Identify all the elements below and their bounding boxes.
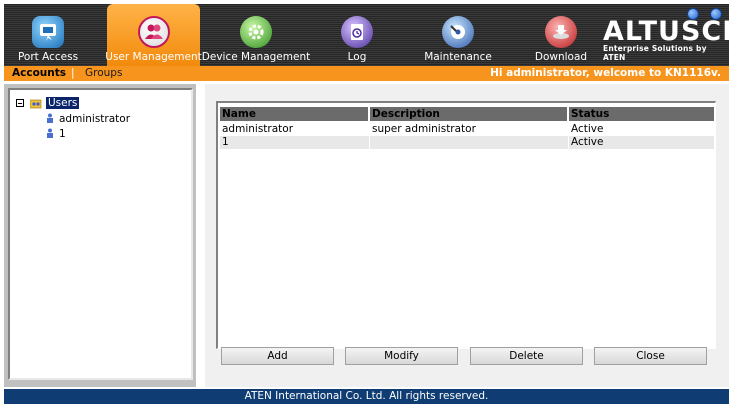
close-button[interactable]: Close: [594, 347, 707, 365]
tab-user-management-label: User Management: [105, 51, 202, 63]
cell-name: administrator: [222, 123, 294, 135]
subtab-separator: |: [71, 67, 75, 79]
column-header-description[interactable]: Description: [370, 107, 567, 121]
subtab-groups[interactable]: Groups: [85, 67, 122, 79]
tab-log[interactable]: Log: [334, 4, 380, 66]
main-panel: Name Description Status administrator su…: [205, 84, 729, 387]
table-header: Name Description Status: [220, 107, 714, 121]
user-icon: [47, 113, 53, 123]
subtab-accounts[interactable]: Accounts: [12, 67, 66, 79]
column-header-status[interactable]: Status: [569, 107, 714, 121]
device-gear-icon: [240, 16, 272, 48]
log-clock-icon: [341, 16, 373, 48]
tab-user-management[interactable]: User Management: [105, 4, 202, 66]
delete-button[interactable]: Delete: [470, 347, 583, 365]
tab-download-label: Download: [534, 51, 588, 63]
logo-brand: ALTUSCN: [603, 16, 733, 47]
tab-device-management[interactable]: Device Management: [202, 4, 310, 66]
tab-device-management-label: Device Management: [201, 51, 311, 63]
cell-description: super administrator: [372, 123, 476, 135]
tab-port-access[interactable]: Port Access: [12, 4, 84, 66]
cell-description: [370, 136, 569, 149]
download-disc-icon: [545, 16, 577, 48]
port-access-icon: [32, 16, 64, 48]
accounts-table: Name Description Status administrator su…: [216, 101, 716, 349]
tab-port-access-label: Port Access: [17, 51, 79, 63]
column-header-name[interactable]: Name: [220, 107, 368, 121]
top-navigation-bar: Port Access User Management Device Manag…: [4, 4, 733, 66]
tab-download[interactable]: Download: [534, 4, 588, 66]
user-tree: Users administrator 1: [8, 88, 193, 380]
tab-maintenance[interactable]: Maintenance: [424, 4, 492, 66]
footer: ATEN International Co. Ltd. All rights r…: [4, 389, 729, 404]
cell-status: Active: [571, 123, 604, 135]
table-row[interactable]: 1 Active: [220, 136, 714, 149]
tree-root-users[interactable]: Users: [46, 97, 80, 109]
tree-item-label: administrator: [59, 113, 131, 125]
sidebar-panel: Users administrator 1: [4, 84, 196, 387]
tab-maintenance-label: Maintenance: [424, 51, 492, 63]
tree-collapse-icon[interactable]: [16, 99, 24, 107]
tree-item-1[interactable]: 1: [46, 128, 66, 140]
add-button[interactable]: Add: [221, 347, 334, 365]
modify-button[interactable]: Modify: [345, 347, 458, 365]
tree-item-label: 1: [59, 128, 66, 140]
sub-navigation-bar: Accounts | Groups Hi administrator, welc…: [4, 66, 729, 81]
users-icon: [137, 16, 170, 48]
cell-name: 1: [220, 136, 370, 149]
user-icon: [47, 128, 53, 138]
altusen-logo: ALTUSCN™ Enterprise Solutions by ATEN: [603, 18, 733, 63]
tab-log-label: Log: [347, 51, 367, 63]
table-row[interactable]: administrator super administrator Active: [220, 123, 714, 136]
welcome-message: Hi administrator, welcome to KN1116v.: [490, 67, 721, 79]
users-folder-icon: [30, 99, 42, 109]
maintenance-disc-icon: [442, 16, 474, 48]
cell-status: Active: [571, 136, 604, 148]
tree-item-administrator[interactable]: administrator: [46, 113, 130, 125]
